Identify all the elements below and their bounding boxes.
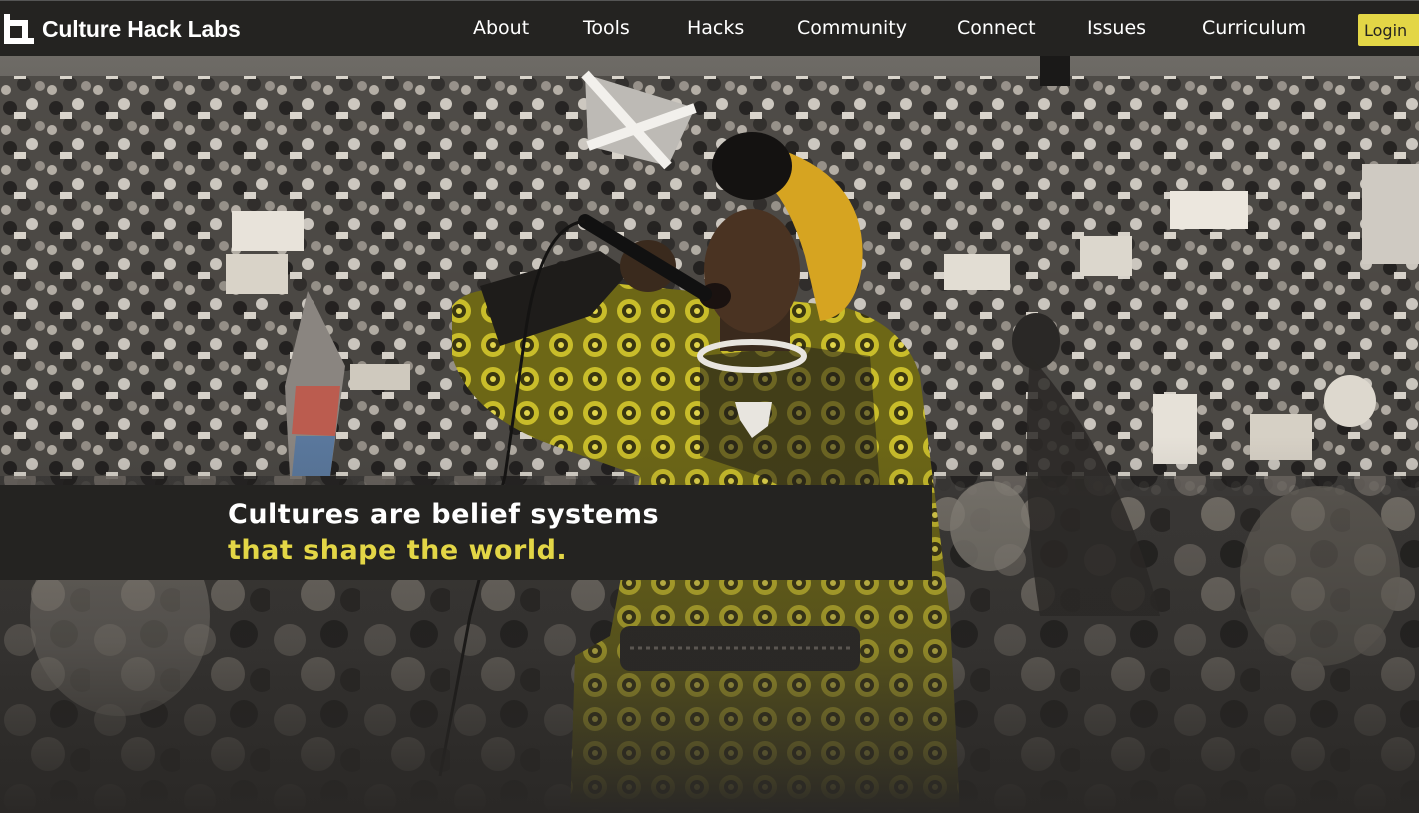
nav-item-tools[interactable]: Tools xyxy=(583,16,630,40)
hero-subheadline: that shape the world. xyxy=(228,535,568,566)
brand-logo-icon xyxy=(4,14,34,44)
hero-tagline-box: Cultures are belief systems that shape t… xyxy=(0,485,932,580)
top-navbar: Culture Hack Labs About Tools Hacks Comm… xyxy=(0,0,1419,56)
login-button[interactable]: Login xyxy=(1358,14,1419,46)
nav-item-community[interactable]: Community xyxy=(797,16,907,40)
brand-name: Culture Hack Labs xyxy=(42,15,241,42)
hero-headline: Cultures are belief systems xyxy=(228,499,660,530)
home-logo-link[interactable]: Culture Hack Labs xyxy=(4,12,241,46)
nav-item-curriculum[interactable]: Curriculum xyxy=(1202,16,1306,40)
nav-item-issues[interactable]: Issues xyxy=(1087,16,1146,40)
hero-section: Cultures are belief systems that shape t… xyxy=(0,56,1419,813)
nav-item-about[interactable]: About xyxy=(473,16,529,40)
nav-item-connect[interactable]: Connect xyxy=(957,16,1036,40)
nav-item-hacks[interactable]: Hacks xyxy=(687,16,744,40)
hero-protest-photo xyxy=(0,56,1419,813)
